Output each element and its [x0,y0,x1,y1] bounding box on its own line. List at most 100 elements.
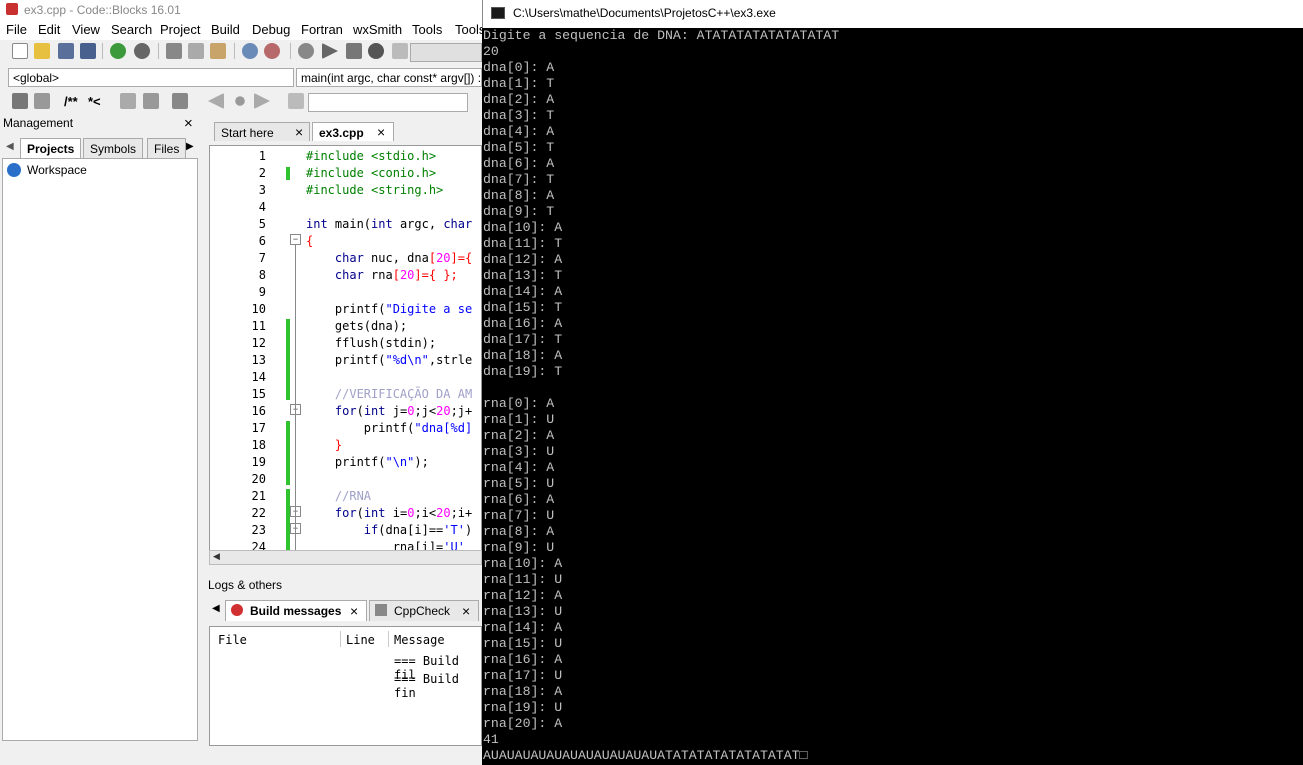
build-target-combo[interactable] [410,43,482,62]
menu-bar: File Edit View Search Project Build Debu… [0,19,482,40]
horizontal-scrollbar[interactable]: ◀ [209,550,482,565]
console-line: rna[8]: A [483,524,555,539]
close-tab-icon[interactable]: × [350,603,358,619]
menu-tools-plus[interactable]: Tools+ [455,22,482,37]
change-marker [286,421,290,485]
tab-scroll-right-icon[interactable]: ▶ [186,141,194,152]
menu-debug[interactable]: Debug [252,22,290,37]
menu-view[interactable]: View [72,22,100,37]
fold-toggle-icon[interactable]: − [290,234,301,245]
column-line[interactable]: Line [346,633,375,647]
clear-icon[interactable] [288,93,304,109]
column-file[interactable]: File [218,633,247,647]
code-line: if(dna[i]=='T') [363,523,473,537]
code-line: gets(dna); [306,319,408,333]
replace-icon[interactable] [264,43,280,59]
console-line: rna[12]: A [483,588,563,603]
abort-icon[interactable] [392,43,408,59]
build-messages-list[interactable]: File Line Message === Build fil === Buil… [209,626,482,746]
open-folder-icon[interactable] [34,43,50,59]
save-icon[interactable] [58,43,74,59]
workspace-node[interactable]: Workspace [27,163,87,177]
next-bookmark-icon[interactable] [254,93,270,109]
undo-icon[interactable] [110,43,126,59]
scroll-left-icon[interactable]: ◀ [213,551,220,562]
line-number: 21 [251,489,266,503]
bookmark-icon[interactable] [235,96,245,106]
tab-scroll-left-icon[interactable]: ◀ [6,141,14,152]
menu-fortran[interactable]: Fortran [301,22,343,37]
console-line: dna[0]: A [483,60,555,75]
line-number: 1 [258,149,266,163]
close-icon[interactable]: × [184,115,193,132]
paste-icon[interactable] [210,43,226,59]
db-arrow-icon[interactable] [34,93,50,109]
function-combo-value: main(int argc, char const* argv[]) : int [301,71,482,85]
menu-edit[interactable]: Edit [38,22,60,37]
menu-project[interactable]: Project [160,22,200,37]
doxygen-icon[interactable]: *< [88,94,101,109]
scope-combo[interactable]: <global> [8,68,294,87]
menu-build[interactable]: Build [211,22,240,37]
line-number: 11 [251,319,266,333]
console-line: dna[1]: T [483,76,555,91]
tab-ex3-cpp[interactable]: ex3.cpp × [312,122,394,141]
console-line: dna[11]: T [483,236,563,251]
rebuild-icon[interactable] [368,43,384,59]
workspace-icon [7,163,21,177]
close-tab-icon[interactable]: × [295,124,303,140]
menu-tools[interactable]: Tools [412,22,442,37]
code-line: { [306,234,314,248]
prev-bookmark-icon[interactable] [208,93,224,109]
code-line: for(int i=0;i<20;i+ [334,506,473,520]
tab-projects[interactable]: Projects [20,138,82,158]
line-number: 9 [258,285,266,299]
console-line: rna[17]: U [483,668,563,683]
run-icon[interactable] [322,43,338,59]
wrench-icon[interactable] [172,93,188,109]
redo-icon[interactable] [134,43,150,59]
tab-scroll-left-icon[interactable]: ◀ [212,603,220,614]
cut-icon[interactable] [166,43,182,59]
copy-icon[interactable] [188,43,204,59]
build-gear-icon[interactable] [298,43,314,59]
tab-symbols[interactable]: Symbols [83,138,144,158]
build-and-run-icon[interactable] [346,43,362,59]
menu-search[interactable]: Search [111,22,152,37]
db-icon[interactable] [12,93,28,109]
close-tab-icon[interactable]: × [462,603,470,619]
logs-title: Logs & others [208,578,283,592]
console-line: rna[7]: U [483,508,555,523]
console-line: rna[20]: A [483,716,563,731]
new-file-icon[interactable] [12,43,28,59]
console-output[interactable]: Digite a sequencia de DNA: ATATATATATATA… [483,28,1303,764]
tab-ex3-label: ex3.cpp [319,126,364,140]
search-combo[interactable] [308,93,468,112]
line-number: 12 [251,336,266,350]
help-icon[interactable] [143,93,159,109]
ide-window-title: ex3.cpp - Code::Blocks 16.01 [24,3,181,17]
toggle-icon[interactable] [120,93,136,109]
close-tab-icon[interactable]: × [377,124,385,140]
fold-line [295,245,296,564]
tab-files[interactable]: Files [147,138,187,158]
build-message[interactable]: === Build fin [394,672,481,700]
console-line: dna[16]: A [483,316,563,331]
console-line: rna[1]: U [483,412,555,427]
menu-file[interactable]: File [6,22,27,37]
code-editor[interactable]: 1 2 3 4 5 6 7 8 9 10 11 12 13 14 15 16 17 18 19 20 21 22 23 24 … [209,145,482,565]
tab-projects-label: Projects [27,142,75,156]
column-message[interactable]: Message [394,633,445,647]
function-combo[interactable]: main(int argc, char const* argv[]) : int [296,68,482,87]
tab-cppcheck-label: CppCheck [394,604,451,618]
tab-build-messages[interactable]: Build messages × [225,600,367,621]
console-line: Digite a sequencia de DNA: ATATATATATATA… [483,28,840,43]
save-all-icon[interactable] [80,43,96,59]
tab-start-here[interactable]: Start here × [214,122,310,141]
line-number: 18 [251,438,266,452]
menu-wxsmith[interactable]: wxSmith [353,22,402,37]
comment-block-icon[interactable]: /** [64,94,78,109]
tab-cppcheck[interactable]: CppCheck × [369,600,479,621]
find-icon[interactable] [242,43,258,59]
